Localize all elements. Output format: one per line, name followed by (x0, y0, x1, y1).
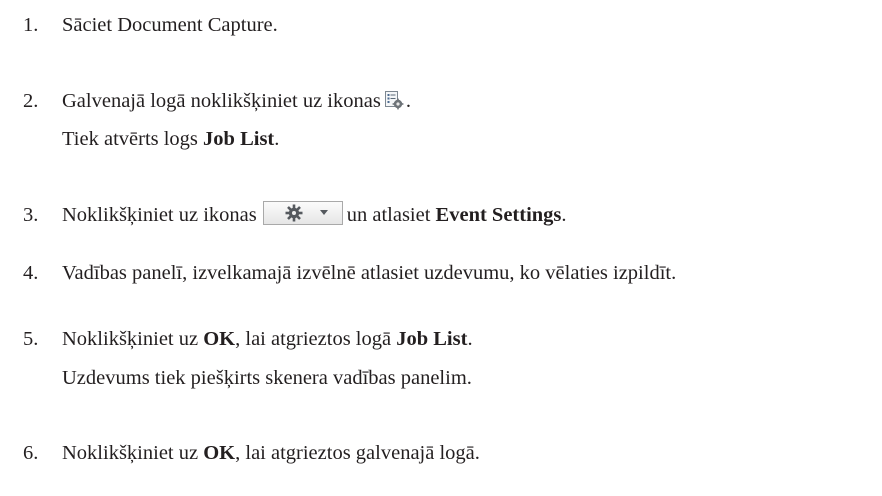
step-number: 5. (23, 328, 39, 350)
step-text: Uzdevums tiek piešķirts skenera vadības … (62, 367, 472, 389)
step-text: Noklikšķiniet uz ikonas un atlasiet Even… (62, 201, 567, 229)
job-list-settings-icon (384, 90, 404, 110)
step-text-part: Noklikšķiniet uz (62, 442, 204, 464)
step-text-part: Galvenajā logā noklikšķiniet uz ikonas (62, 90, 381, 112)
step-text: Noklikšķiniet uz OK, lai atgrieztos galv… (62, 439, 480, 467)
step-text-part: Noklikšķiniet uz ikonas (62, 204, 257, 226)
step-text: Sāciet Document Capture. (62, 14, 278, 36)
step-number: 3. (23, 204, 39, 226)
step-text-part: , lai atgrieztos galvenajā logā. (235, 442, 480, 464)
step-text-part: Noklikšķiniet uz (62, 328, 204, 350)
step-number: 4. (23, 262, 39, 284)
step-text-part: . (405, 90, 411, 112)
step-text: Vadības panelī, izvelkamajā izvēlnē atla… (62, 262, 677, 284)
step-text: Galvenajā logā noklikšķiniet uz ikonas . (62, 87, 411, 115)
step-text-part: un atlasiet (346, 204, 436, 226)
step-number: 1. (23, 14, 39, 36)
step-text-part: Tiek atvērts logs (62, 128, 204, 150)
step-number: 2. (23, 90, 39, 112)
step-number: 6. (23, 442, 39, 464)
step-text-bold: Job List (203, 128, 275, 150)
step-text-bold: OK (203, 328, 236, 350)
step-text-part: . (561, 204, 567, 226)
step-text: Tiek atvērts logs Job List. (62, 125, 279, 153)
step-text-part: . (274, 128, 280, 150)
step-text-part: , lai atgrieztos logā (235, 328, 397, 350)
step-text-part: . (467, 328, 473, 350)
step-text-bold: Job List (396, 328, 468, 350)
step-text-bold: Event Settings (435, 204, 562, 226)
gear-dropdown-icon (262, 201, 343, 225)
step-text: Noklikšķiniet uz OK, lai atgrieztos logā… (62, 325, 473, 353)
step-text-bold: OK (203, 442, 236, 464)
